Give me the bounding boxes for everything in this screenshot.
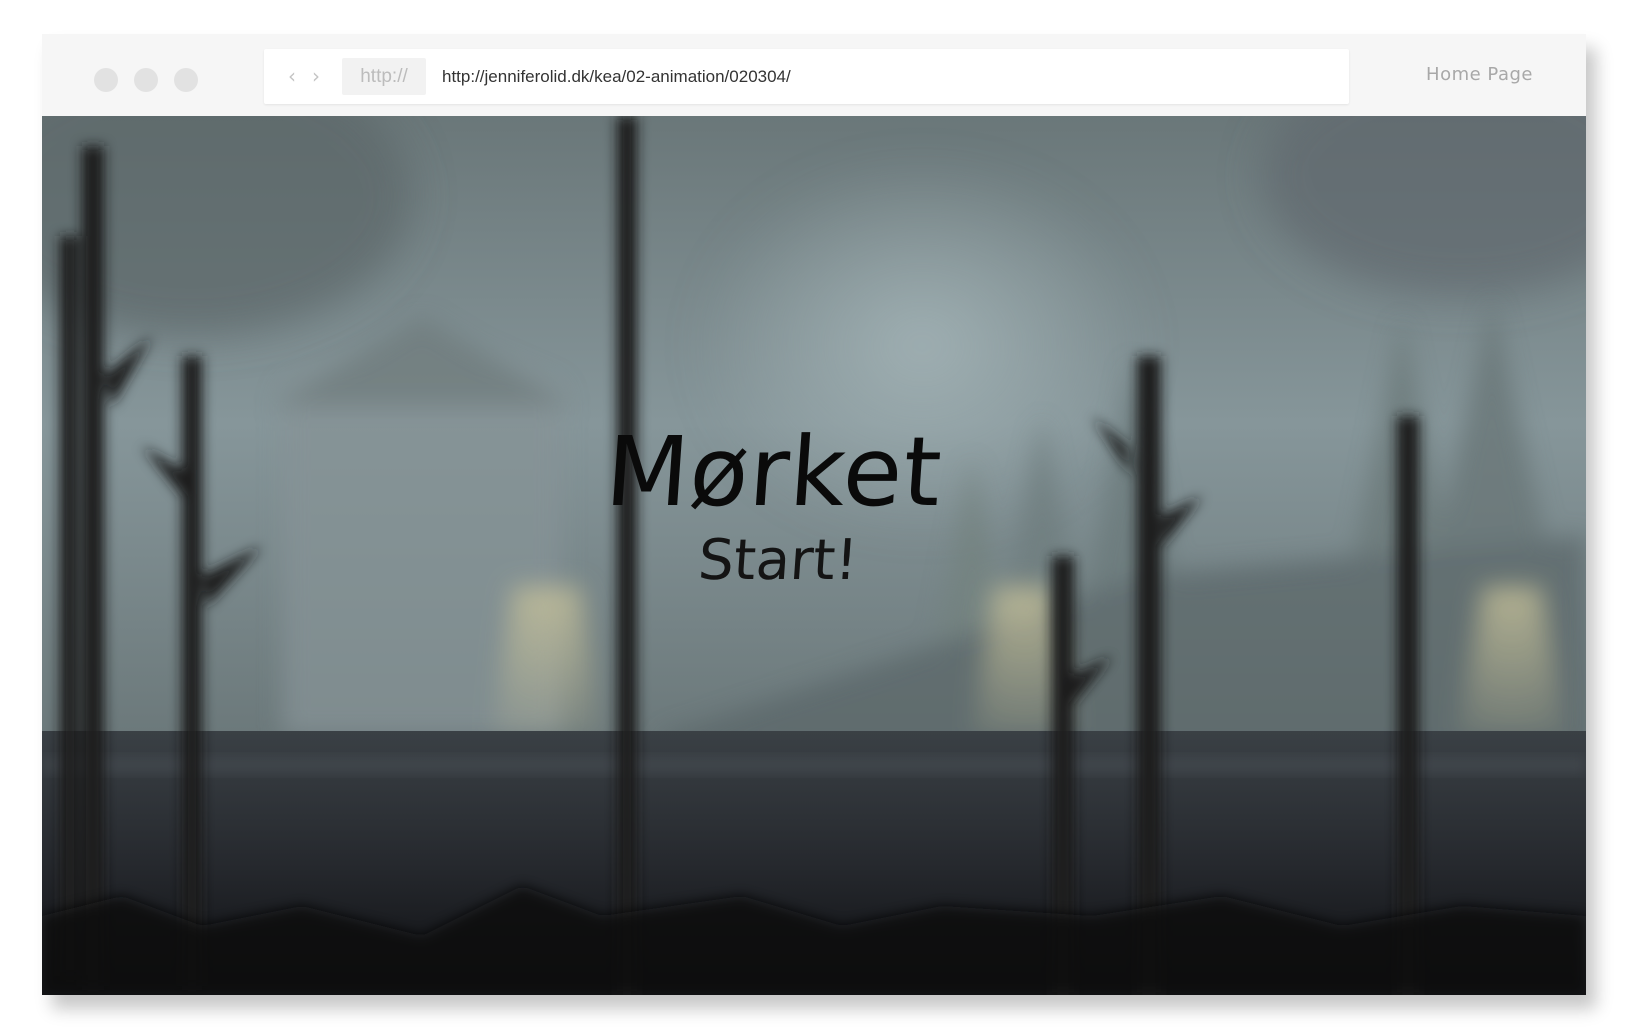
chevron-right-icon[interactable]: › xyxy=(306,64,326,88)
browser-titlebar: ‹ › http:// http://jenniferolid.dk/kea/0… xyxy=(42,34,1586,116)
chevron-left-icon[interactable]: ‹ xyxy=(282,64,302,88)
url-text[interactable]: http://jenniferolid.dk/kea/02-animation/… xyxy=(442,49,791,104)
start-button[interactable]: Start! xyxy=(42,528,1552,593)
address-bar[interactable]: ‹ › http:// http://jenniferolid.dk/kea/0… xyxy=(264,49,1349,104)
window-minimize-dot[interactable] xyxy=(134,68,158,92)
window-maximize-dot[interactable] xyxy=(174,68,198,92)
browser-window: ‹ › http:// http://jenniferolid.dk/kea/0… xyxy=(42,34,1586,995)
url-scheme-badge: http:// xyxy=(342,58,426,95)
page-viewport: Mørket Start! xyxy=(42,116,1586,995)
game-title: Mørket xyxy=(602,416,946,528)
window-close-dot[interactable] xyxy=(94,68,118,92)
home-page-link[interactable]: Home Page xyxy=(1426,60,1533,90)
